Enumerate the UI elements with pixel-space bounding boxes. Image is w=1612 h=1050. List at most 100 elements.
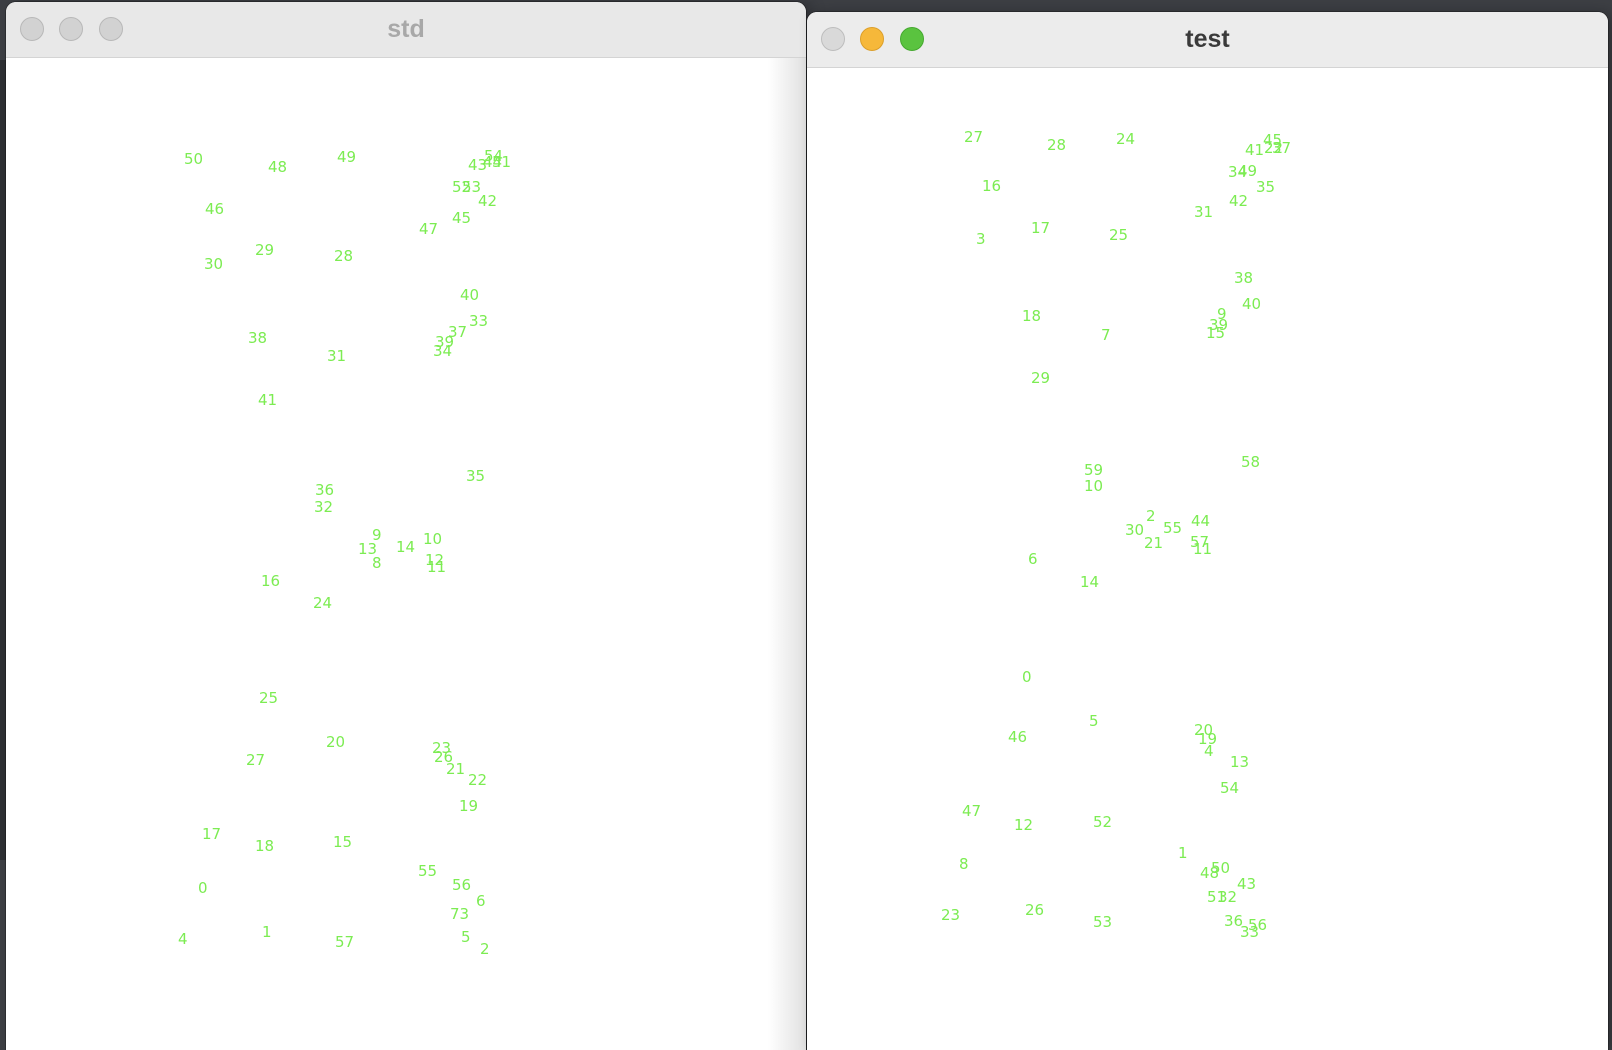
std-point-label: 10 xyxy=(423,530,442,548)
std-point-label: 56 xyxy=(452,876,471,894)
test-point-label: 30 xyxy=(1125,521,1144,539)
std-point-label: 50 xyxy=(184,150,203,168)
test-point-label: 33 xyxy=(1240,923,1259,941)
test-point-label: 38 xyxy=(1234,269,1253,287)
std-point-label: 32 xyxy=(314,498,333,516)
std-point-label: 41 xyxy=(258,391,277,409)
test-point-label: 28 xyxy=(1047,136,1066,154)
test-point-label: 8 xyxy=(959,855,969,873)
test-point-label: 6 xyxy=(1028,550,1038,568)
test-point-label: 40 xyxy=(1242,295,1261,313)
std-point-label: 38 xyxy=(248,329,267,347)
std-point-label: 47 xyxy=(419,220,438,238)
std-titlebar[interactable]: std xyxy=(6,2,806,58)
test-point-label: 0 xyxy=(1022,668,1032,686)
std-point-label: 18 xyxy=(255,837,274,855)
std-point-label: 40 xyxy=(460,286,479,304)
test-point-label: 26 xyxy=(1025,901,1044,919)
std-point-labels: 50 4849 5443445152534246 454729 283040333739… xyxy=(178,147,511,958)
test-point-label: 27 xyxy=(964,128,983,146)
std-point-label: 51 xyxy=(492,153,511,171)
test-canvas: 27 28 24 45 41 22 37 16 34 49 35 42 31 3 17 25 38 40 9 39 15… xyxy=(807,68,1608,1050)
test-point-label: 41 xyxy=(1245,141,1264,159)
test-point-label: 49 xyxy=(1238,162,1257,180)
test-point-label: 11 xyxy=(1193,540,1212,558)
std-point-label: 1 xyxy=(262,923,272,941)
test-point-label: 48 xyxy=(1200,864,1219,882)
test-point-label: 55 xyxy=(1163,519,1182,537)
std-point-label: 21 xyxy=(446,760,465,778)
std-point-label: 11 xyxy=(427,558,446,576)
std-canvas: 50 48 49 54 43 44 51 52 53 42 46 45 47 29 28 30 40 33 37 39… xyxy=(6,58,806,1050)
std-point-label: 46 xyxy=(205,200,224,218)
test-point-label: 25 xyxy=(1109,226,1128,244)
test-point-label: 29 xyxy=(1031,369,1050,387)
std-edge-shadow xyxy=(768,58,806,1050)
std-point-label: 45 xyxy=(452,209,471,227)
std-point-label: 36 xyxy=(315,481,334,499)
test-point-label: 42 xyxy=(1229,192,1248,210)
std-point-label: 27 xyxy=(246,751,265,769)
std-point-label: 33 xyxy=(469,312,488,330)
test-point-label: 35 xyxy=(1256,178,1275,196)
std-point-label: 15 xyxy=(333,833,352,851)
test-point-label: 24 xyxy=(1116,130,1135,148)
test-point-label: 23 xyxy=(941,906,960,924)
test-point-label: 58 xyxy=(1241,453,1260,471)
test-point-label: 13 xyxy=(1230,753,1249,771)
std-point-label: 5 xyxy=(461,928,471,946)
std-point-label: 35 xyxy=(466,467,485,485)
test-window-title: test xyxy=(1185,25,1230,53)
std-point-label: 73 xyxy=(450,905,469,923)
test-titlebar[interactable]: test xyxy=(807,12,1608,68)
test-point-label: 53 xyxy=(1093,913,1112,931)
test-point-label: 7 xyxy=(1101,326,1111,344)
std-point-label: 28 xyxy=(334,247,353,265)
std-point-label: 6 xyxy=(476,892,486,910)
std-point-label: 0 xyxy=(198,879,208,897)
std-point-label: 25 xyxy=(259,689,278,707)
std-point-label: 55 xyxy=(418,862,437,880)
test-point-label: 4 xyxy=(1204,742,1214,760)
std-point-label: 20 xyxy=(326,733,345,751)
std-point-label: 14 xyxy=(396,538,415,556)
std-point-label: 30 xyxy=(204,255,223,273)
std-point-label: 48 xyxy=(268,158,287,176)
test-point-label: 18 xyxy=(1022,307,1041,325)
test-point-label: 44 xyxy=(1191,512,1210,530)
std-point-label: 2 xyxy=(480,940,490,958)
test-point-label: 15 xyxy=(1206,324,1225,342)
test-point-label: 37 xyxy=(1272,139,1291,157)
test-point-label: 46 xyxy=(1008,728,1027,746)
test-point-label: 32 xyxy=(1218,888,1237,906)
std-point-label: 17 xyxy=(202,825,221,843)
std-point-label: 34 xyxy=(433,342,452,360)
std-point-label: 31 xyxy=(327,347,346,365)
test-point-label: 47 xyxy=(962,802,981,820)
std-point-label: 57 xyxy=(335,933,354,951)
test-point-label: 43 xyxy=(1237,875,1256,893)
test-point-label: 10 xyxy=(1084,477,1103,495)
window-test[interactable]: test 27 28 24 45 41 22 37 16 34 49 35 42 31 3 17 25 38 40… xyxy=(807,12,1608,1050)
std-point-label: 24 xyxy=(313,594,332,612)
test-point-label: 12 xyxy=(1014,816,1033,834)
std-point-label: 4 xyxy=(178,930,188,948)
std-point-label: 8 xyxy=(372,554,382,572)
std-point-label: 29 xyxy=(255,241,274,259)
test-point-label: 17 xyxy=(1031,219,1050,237)
test-point-label: 52 xyxy=(1093,813,1112,831)
test-point-label: 2 xyxy=(1146,507,1156,525)
std-point-label: 49 xyxy=(337,148,356,166)
std-point-label: 19 xyxy=(459,797,478,815)
std-window-title: std xyxy=(387,15,425,43)
std-point-label: 42 xyxy=(478,192,497,210)
window-std[interactable]: std 50 48 49 54 43 44 51 52 53 42 46 45 47 29 28 30 40 33… xyxy=(6,2,806,1050)
test-point-label: 5 xyxy=(1089,712,1099,730)
test-point-label: 3 xyxy=(976,230,986,248)
test-point-label: 31 xyxy=(1194,203,1213,221)
test-point-label: 1 xyxy=(1178,844,1188,862)
test-point-labels: 27 28 24 4541 2237163449354231317 25384093915… xyxy=(941,128,1291,941)
test-point-label: 16 xyxy=(982,177,1001,195)
test-point-label: 21 xyxy=(1144,534,1163,552)
std-point-label: 22 xyxy=(468,771,487,789)
